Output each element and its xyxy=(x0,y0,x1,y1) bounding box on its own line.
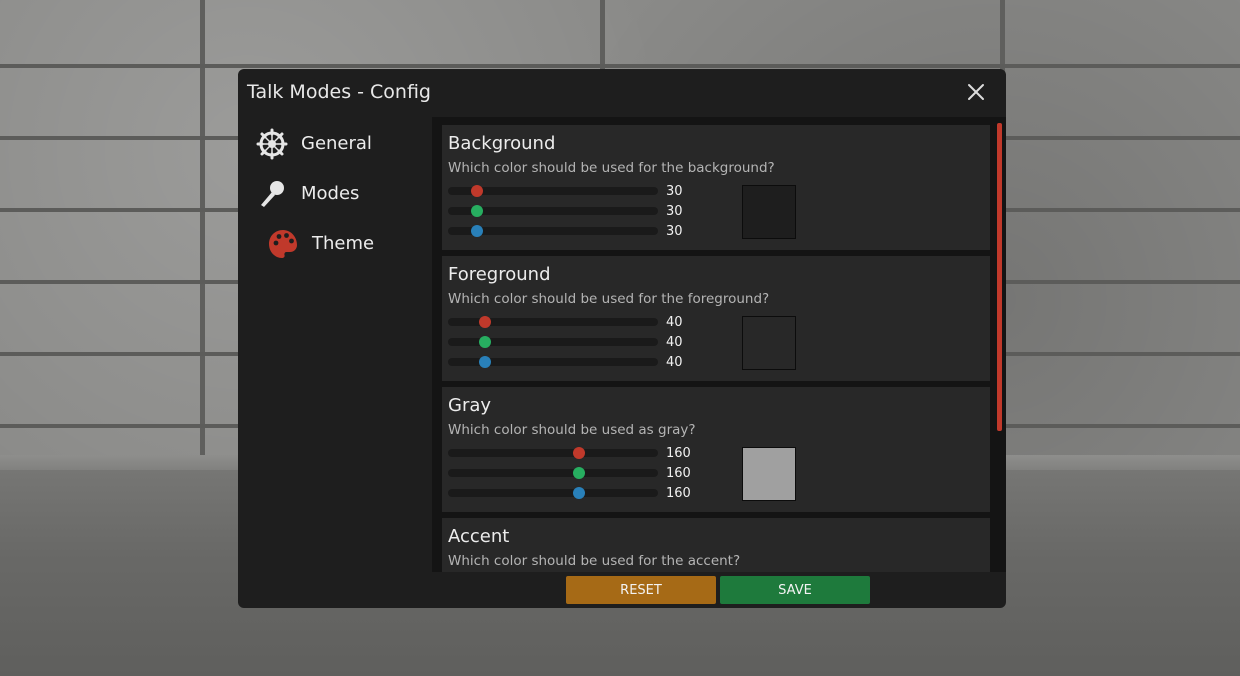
palette-icon xyxy=(269,230,297,258)
theme-settings-panel[interactable]: Background Which color should be used fo… xyxy=(432,117,1006,572)
config-window: Talk Modes - Config General Modes Theme … xyxy=(238,69,1006,608)
sidebar-item-modes[interactable]: Modes xyxy=(238,173,428,213)
slider-handle[interactable] xyxy=(573,447,585,459)
gear-icon xyxy=(256,128,288,160)
setting-title: Foreground xyxy=(448,264,551,285)
red-value: 40 xyxy=(666,315,683,330)
green-slider[interactable] xyxy=(448,467,658,479)
blue-slider[interactable] xyxy=(448,487,658,499)
color-setting-gray: Gray Which color should be used as gray?… xyxy=(442,387,990,512)
slider-handle[interactable] xyxy=(471,185,483,197)
setting-description: Which color should be used as gray? xyxy=(448,422,696,438)
scrollbar-thumb[interactable] xyxy=(997,123,1002,431)
sidebar-item-general[interactable]: General xyxy=(238,123,428,163)
blue-value: 160 xyxy=(666,486,691,501)
slider-handle[interactable] xyxy=(479,356,491,368)
red-slider[interactable] xyxy=(448,185,658,197)
sidebar-item-label: Modes xyxy=(301,183,360,204)
reset-button[interactable]: RESET xyxy=(566,576,716,604)
green-slider[interactable] xyxy=(448,205,658,217)
green-value: 160 xyxy=(666,466,691,481)
red-slider[interactable] xyxy=(448,316,658,328)
setting-description: Which color should be used for the accen… xyxy=(448,553,741,569)
slider-handle[interactable] xyxy=(573,487,585,499)
color-preview-swatch xyxy=(742,447,796,501)
close-button[interactable] xyxy=(964,80,988,104)
window-title: Talk Modes - Config xyxy=(247,81,431,103)
blue-slider[interactable] xyxy=(448,225,658,237)
green-slider[interactable] xyxy=(448,336,658,348)
sidebar-item-label: Theme xyxy=(312,233,375,254)
blue-value: 40 xyxy=(666,355,683,370)
sidebar-item-label: General xyxy=(301,133,372,154)
red-slider[interactable] xyxy=(448,447,658,459)
setting-description: Which color should be used for the foreg… xyxy=(448,291,770,307)
setting-title: Background xyxy=(448,133,556,154)
save-button[interactable]: SAVE xyxy=(720,576,870,604)
blue-slider[interactable] xyxy=(448,356,658,368)
setting-title: Gray xyxy=(448,395,492,416)
slider-handle[interactable] xyxy=(479,316,491,328)
slider-handle[interactable] xyxy=(471,225,483,237)
slider-handle[interactable] xyxy=(471,205,483,217)
color-setting-background: Background Which color should be used fo… xyxy=(442,125,990,250)
color-setting-accent: Accent Which color should be used for th… xyxy=(442,518,990,572)
green-value: 40 xyxy=(666,335,683,350)
color-setting-foreground: Foreground Which color should be used fo… xyxy=(442,256,990,381)
color-preview-swatch xyxy=(742,185,796,239)
blue-value: 30 xyxy=(666,224,683,239)
setting-title: Accent xyxy=(448,526,510,547)
slider-handle[interactable] xyxy=(573,467,585,479)
red-value: 160 xyxy=(666,446,691,461)
green-value: 30 xyxy=(666,204,683,219)
slider-handle[interactable] xyxy=(479,336,491,348)
sidebar-item-theme[interactable]: Theme xyxy=(238,223,428,263)
color-preview-swatch xyxy=(742,316,796,370)
microphone-icon xyxy=(261,181,284,207)
close-icon xyxy=(968,84,984,100)
setting-description: Which color should be used for the backg… xyxy=(448,160,775,176)
red-value: 30 xyxy=(666,184,683,199)
